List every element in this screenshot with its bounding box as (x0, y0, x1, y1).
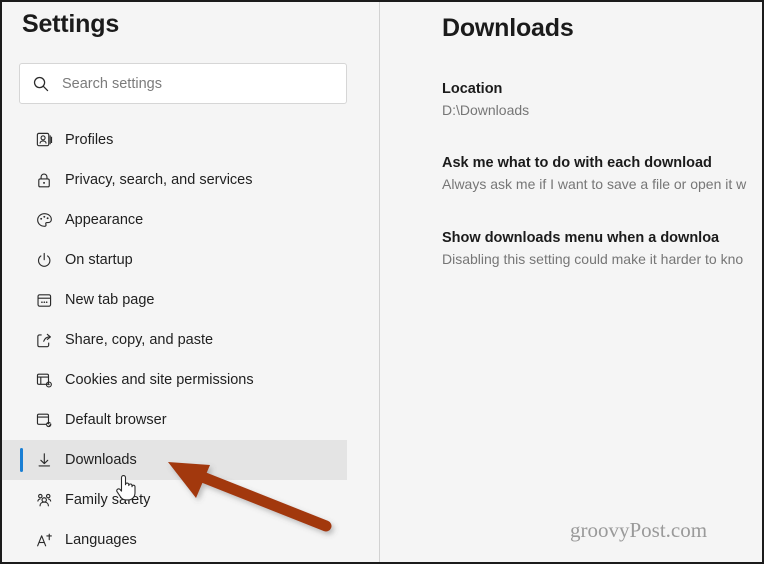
sidebar-item-share-copy-paste[interactable]: Share, copy, and paste (2, 320, 379, 360)
window-check-icon (35, 411, 65, 430)
sidebar-item-label: Default browser (65, 412, 167, 428)
sidebar-item-label: Share, copy, and paste (65, 332, 214, 348)
sidebar-item-label: Cookies and site permissions (65, 372, 254, 388)
search-settings-box[interactable] (19, 63, 347, 104)
new-tab-icon (35, 291, 65, 310)
lock-icon (35, 171, 65, 190)
setting-title: Show downloads menu when a downloa (442, 230, 720, 246)
setting-ask-each-download: Ask me what to do with each download Alw… (442, 155, 746, 192)
search-input[interactable] (62, 75, 332, 92)
setting-location: Location D:\Downloads (442, 81, 529, 118)
setting-title: Ask me what to do with each download (442, 155, 712, 171)
sidebar-item-label: Privacy, search, and services (65, 172, 253, 188)
people-group-icon (35, 491, 65, 510)
paint-palette-icon (35, 211, 65, 230)
settings-sidebar: Settings Profi (2, 2, 379, 562)
sidebar-item-on-startup[interactable]: On startup (2, 240, 379, 280)
sidebar-item-label: New tab page (65, 292, 155, 308)
sidebar-item-privacy-search-services[interactable]: Privacy, search, and services (2, 160, 379, 200)
settings-window: Settings Profi (0, 0, 764, 564)
search-icon (20, 75, 62, 93)
window-gear-icon (35, 371, 65, 390)
sidebar-item-label: On startup (65, 252, 133, 268)
sidebar-item-family-safety[interactable]: Family safety (2, 480, 379, 520)
sidebar-item-label: Languages (65, 532, 137, 548)
sidebar-item-default-browser[interactable]: Default browser (2, 400, 379, 440)
sidebar-item-languages[interactable]: Languages (2, 520, 379, 560)
power-icon (35, 251, 65, 270)
pointer-hand-cursor (116, 475, 136, 501)
setting-title: Location (442, 81, 503, 97)
panel-title: Downloads (442, 14, 574, 42)
sidebar-item-appearance[interactable]: Appearance (2, 200, 379, 240)
language-a-icon (35, 531, 65, 550)
download-arrow-icon (35, 451, 65, 470)
page-title: Settings (22, 10, 120, 38)
sidebar-item-label: Appearance (65, 212, 144, 228)
sidebar-item-label: Downloads (65, 452, 137, 468)
setting-description: Disabling this setting could make it har… (442, 251, 744, 267)
setting-show-downloads-menu: Show downloads menu when a downloa Disab… (442, 230, 743, 267)
sidebar-item-cookies-site-permissions[interactable]: Cookies and site permissions (2, 360, 379, 400)
selected-indicator (20, 448, 23, 472)
profile-card-icon (35, 131, 65, 150)
setting-description: Always ask me if I want to save a file o… (442, 176, 747, 192)
sidebar-item-new-tab-page[interactable]: New tab page (2, 280, 379, 320)
sidebar-item-downloads[interactable]: Downloads (2, 440, 347, 480)
sidebar-item-label: Profiles (65, 132, 114, 148)
setting-value: D:\Downloads (442, 102, 530, 118)
share-icon (35, 331, 65, 350)
settings-nav-list: Profiles Privacy, search, and services A… (2, 120, 379, 560)
sidebar-item-profiles[interactable]: Profiles (2, 120, 379, 160)
downloads-panel: Downloads Location D:\Downloads Ask me w… (380, 2, 762, 562)
site-watermark: groovyPost.com (570, 518, 708, 542)
